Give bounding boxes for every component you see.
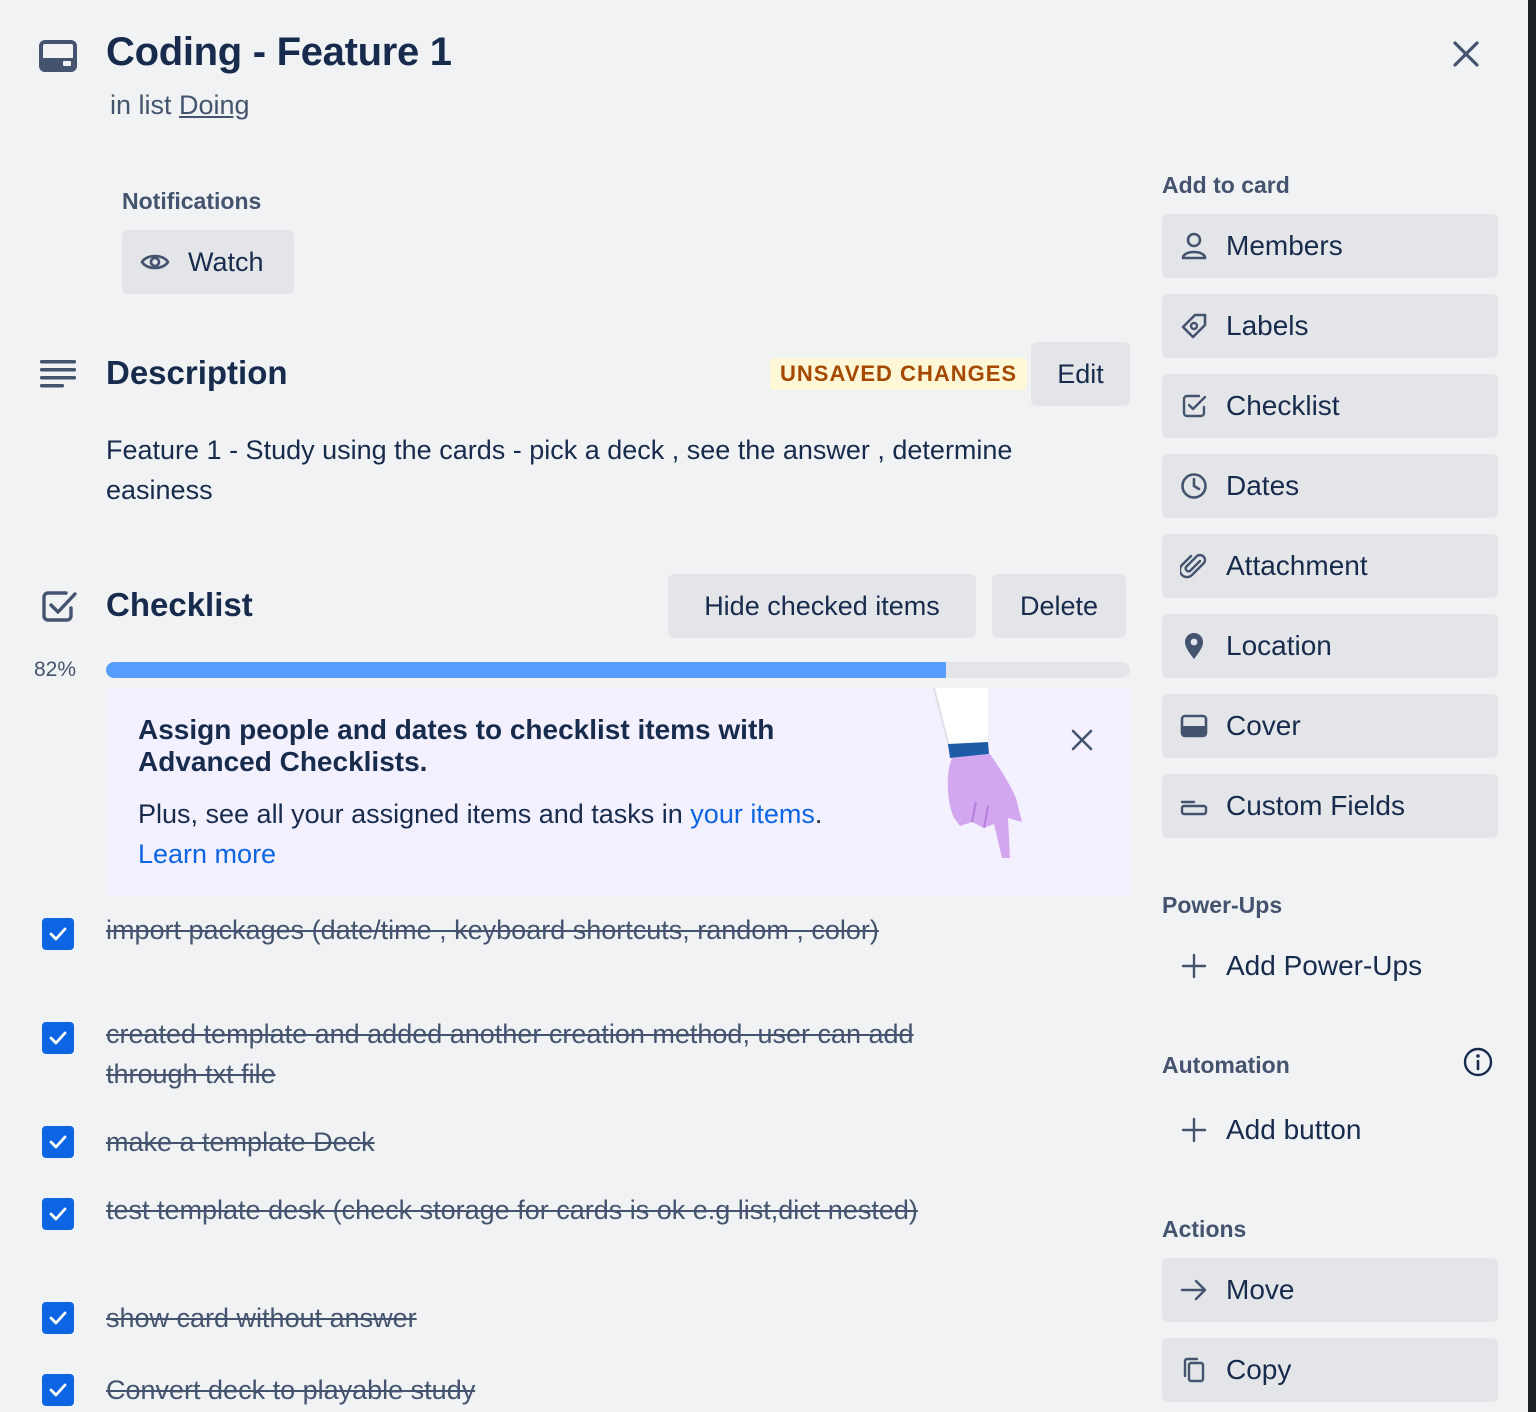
progress-bar xyxy=(106,662,1130,678)
promo-body-suffix: . xyxy=(814,799,823,829)
eye-icon xyxy=(140,254,170,270)
add-button-button[interactable]: Add button xyxy=(1162,1100,1498,1160)
your-items-link[interactable]: your items xyxy=(690,799,815,829)
cover-button[interactable]: Cover xyxy=(1162,694,1498,758)
checkmark-icon xyxy=(49,1207,67,1221)
tag-icon xyxy=(1181,313,1207,339)
person-icon xyxy=(1181,232,1207,260)
members-label: Members xyxy=(1226,230,1343,261)
custom-fields-button[interactable]: Custom Fields xyxy=(1162,774,1498,838)
promo-body-text: Plus, see all your assigned items and ta… xyxy=(138,799,683,829)
card-icon xyxy=(39,40,77,72)
notifications-label: Notifications xyxy=(122,188,262,214)
dates-button[interactable]: Dates xyxy=(1162,454,1498,518)
checkmark-icon xyxy=(49,1383,67,1397)
checklist-item-text[interactable]: show card without answer xyxy=(106,1298,936,1338)
custom-fields-label: Custom Fields xyxy=(1226,790,1405,821)
description-heading: Description xyxy=(106,354,288,391)
learn-more-link[interactable]: Learn more xyxy=(138,839,276,869)
dates-label: Dates xyxy=(1226,470,1300,501)
watch-button[interactable]: Watch xyxy=(122,230,294,294)
dismiss-promo-icon[interactable] xyxy=(1068,726,1096,754)
checklist-item-text[interactable]: created template and added another creat… xyxy=(106,1014,936,1094)
paperclip-icon xyxy=(1180,553,1207,579)
attachment-label: Attachment xyxy=(1226,550,1368,581)
pin-icon xyxy=(1185,633,1203,659)
item-checkbox[interactable] xyxy=(42,1022,74,1054)
checklist-item-text[interactable]: test template desk (check storage for ca… xyxy=(106,1190,936,1230)
attachment-button[interactable]: Attachment xyxy=(1162,534,1498,598)
checklist-icon xyxy=(42,591,77,622)
promo-body: Plus, see all your assigned items and ta… xyxy=(138,794,938,874)
automation-label: Automation xyxy=(1162,1052,1290,1078)
list-reference: in list Doing xyxy=(110,90,250,121)
pointing-hand-illustration xyxy=(933,688,1022,858)
delete-checklist-button[interactable]: Delete xyxy=(992,574,1126,638)
location-button[interactable]: Location xyxy=(1162,614,1498,678)
close-icon[interactable] xyxy=(1446,34,1486,74)
copy-icon xyxy=(1183,1357,1205,1383)
fields-icon xyxy=(1180,800,1208,816)
copy-button[interactable]: Copy xyxy=(1162,1338,1498,1402)
checklist-item-text[interactable]: Convert deck to playable study xyxy=(106,1370,936,1410)
card-title[interactable]: Coding - Feature 1 xyxy=(106,30,452,75)
progress-percent: 82% xyxy=(34,658,77,681)
move-label: Move xyxy=(1226,1274,1295,1305)
watch-label: Watch xyxy=(188,246,264,277)
labels-button[interactable]: Labels xyxy=(1162,294,1498,358)
checklist-heading[interactable]: Checklist xyxy=(106,586,253,624)
members-button[interactable]: Members xyxy=(1162,214,1498,278)
promo-heading: Assign people and dates to checklist ite… xyxy=(138,714,775,777)
in-list-prefix: in list xyxy=(110,90,172,120)
hide-checked-items-button[interactable]: Hide checked items xyxy=(668,574,976,638)
checkmark-icon xyxy=(49,1135,67,1149)
location-label: Location xyxy=(1226,630,1332,661)
labels-label: Labels xyxy=(1226,310,1309,341)
checkbox-icon xyxy=(1182,394,1207,418)
powerups-label: Power-Ups xyxy=(1162,892,1283,918)
actions-label: Actions xyxy=(1162,1216,1247,1242)
move-button[interactable]: Move xyxy=(1162,1258,1498,1322)
checklist-button[interactable]: Checklist xyxy=(1162,374,1498,438)
checklist-item-text[interactable]: import packages (date/time , keyboard sh… xyxy=(106,910,936,950)
cover-icon xyxy=(1180,714,1208,738)
description-icon xyxy=(40,360,76,388)
item-checkbox[interactable] xyxy=(42,1198,74,1230)
item-checkbox[interactable] xyxy=(42,1126,74,1158)
description-text[interactable]: Feature 1 - Study using the cards - pick… xyxy=(106,430,1106,510)
info-icon[interactable] xyxy=(1462,1046,1494,1078)
item-checkbox[interactable] xyxy=(42,918,74,950)
add-powerups-label: Add Power-Ups xyxy=(1226,950,1423,981)
item-checkbox[interactable] xyxy=(42,1374,74,1406)
add-button-label: Add button xyxy=(1226,1114,1362,1145)
add-to-card-label: Add to card xyxy=(1162,172,1290,198)
add-powerups-button[interactable]: Add Power-Ups xyxy=(1162,936,1498,996)
plus-icon xyxy=(1181,1117,1207,1143)
checklist-item-text[interactable]: make a template Deck xyxy=(106,1122,936,1162)
cover-label: Cover xyxy=(1226,710,1301,741)
checkmark-icon xyxy=(49,1031,67,1045)
edit-description-button[interactable]: Edit xyxy=(1031,342,1130,406)
advanced-checklists-promo: Assign people and dates to checklist ite… xyxy=(106,688,1130,896)
unsaved-changes-badge: UNSAVED CHANGES xyxy=(770,358,1028,390)
copy-label: Copy xyxy=(1226,1354,1292,1385)
plus-icon xyxy=(1181,953,1207,979)
progress-bar-fill xyxy=(106,662,946,678)
window-edge xyxy=(1528,0,1536,1412)
item-checkbox[interactable] xyxy=(42,1302,74,1334)
clock-icon xyxy=(1181,473,1207,499)
checklist-label: Checklist xyxy=(1226,390,1340,421)
checkmark-icon xyxy=(49,1311,67,1325)
list-link[interactable]: Doing xyxy=(179,90,250,120)
checkmark-icon xyxy=(49,927,67,941)
arrow-right-icon xyxy=(1180,1279,1207,1301)
